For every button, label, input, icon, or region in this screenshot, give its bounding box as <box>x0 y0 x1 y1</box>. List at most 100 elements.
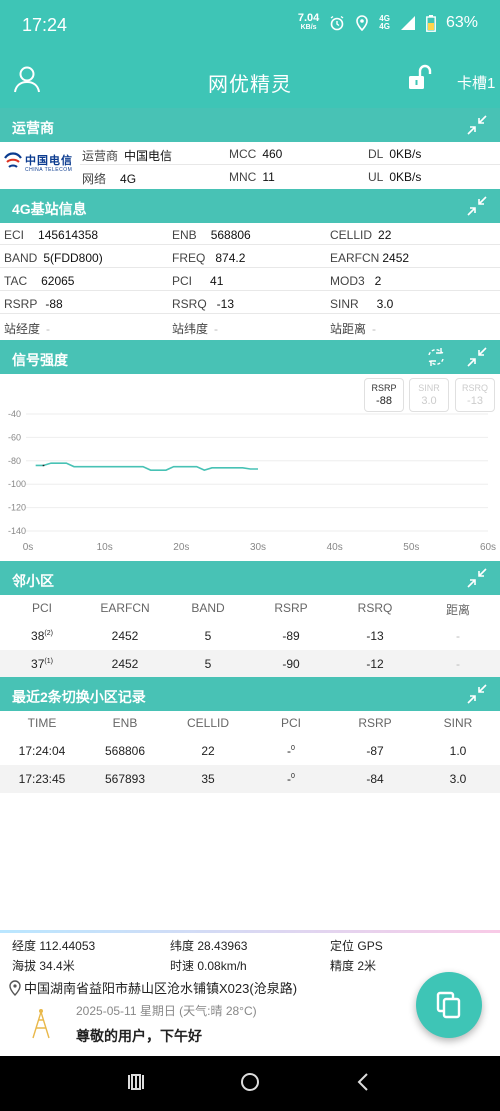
table-cell: - <box>456 629 460 643</box>
telecom-logo-icon <box>4 152 22 168</box>
column-header: RSRP <box>358 716 392 730</box>
gps-speed: 时速 0.08km/h <box>170 959 247 973</box>
handover-row[interactable]: 17:23:45 567893 35 -0 -84 3.0 <box>0 765 500 793</box>
y-tick-label: -40 <box>8 409 21 419</box>
mod3-field: MOD3 2 <box>330 274 382 288</box>
copy-icon <box>436 991 461 1019</box>
collapse-icon[interactable] <box>466 683 488 705</box>
collapse-icon[interactable] <box>466 567 488 589</box>
gps-altitude: 海拔 34.4米 <box>12 959 75 973</box>
table-cell: -89 <box>282 629 300 643</box>
site-dist-field: 站距离 - <box>330 322 377 336</box>
neighbor-row[interactable]: 38(2) 2452 5 -89 -13 - <box>0 622 500 650</box>
table-cell: 5 <box>204 629 212 643</box>
handover-row[interactable]: 17:24:04 568806 22 -0 -87 1.0 <box>0 737 500 765</box>
table-cell: -90 <box>282 657 300 671</box>
y-tick-label: -140 <box>8 526 26 536</box>
table-cell: 567893 <box>104 772 146 786</box>
operator-header: 运营商 <box>0 108 500 142</box>
site-lon-field: 站经度 - <box>4 322 51 336</box>
table-cell: -84 <box>366 772 384 786</box>
battery-icon <box>426 14 436 32</box>
copy-button[interactable] <box>416 972 482 1038</box>
table-cell: 35 <box>201 772 215 786</box>
y-tick-label: -120 <box>8 503 26 513</box>
table-cell: 2452 <box>111 629 139 643</box>
carrier-field: 运营商 中国电信 <box>82 149 173 163</box>
table-cell: 37(1) <box>31 657 53 671</box>
neighbor-table: PCI EARFCN BAND RSRP RSRQ 距离 38(2) 2452 5 -89 -13 -… <box>0 594 500 678</box>
rsrq-field: RSRQ -13 <box>172 297 235 311</box>
sim-slot[interactable]: 卡槽1 <box>457 72 495 93</box>
dl-field: DL 0KB/s <box>368 147 422 161</box>
cell-info-header: 4G基站信息 <box>0 189 500 223</box>
network-type: 4G 4G <box>379 14 390 31</box>
cellid-field: CELLID 22 <box>330 228 392 242</box>
table-cell: -13 <box>366 629 384 643</box>
band-field: BAND 5(FDD800) <box>4 251 103 265</box>
column-header: EARFCN <box>100 601 150 615</box>
table-cell: 568806 <box>104 744 146 758</box>
x-tick-label: 50s <box>403 542 419 553</box>
table-header-row: TIME ENB CELLID PCI RSRP SINR <box>0 709 500 737</box>
signal-chart: -40 -60 -80 -100 -120 -140 0s 10s 20s 30s 40s 50s 60… <box>8 409 496 553</box>
handover-table: TIME ENB CELLID PCI RSRP SINR 17:24:04 568806 22… <box>0 709 500 793</box>
mnc-field: MNC 11 <box>229 170 275 184</box>
network-field: 网络 4G <box>82 172 137 186</box>
status-bar: 17:24 7.04 KB/s 4G 4G 63% <box>0 0 500 52</box>
neighbor-row[interactable]: 37(1) 2452 5 -90 -12 - <box>0 650 500 678</box>
pci-field: PCI 41 <box>172 274 224 288</box>
refresh-icon[interactable] <box>424 345 448 369</box>
divider <box>0 930 500 933</box>
gps-mode: 定位 GPS <box>330 939 383 953</box>
freq-field: FREQ 874.2 <box>172 251 246 265</box>
column-header: ENB <box>112 716 138 730</box>
battery-percent: 63% <box>445 14 478 31</box>
neighbor-header: 邻小区 <box>0 561 500 595</box>
collapse-icon[interactable] <box>466 346 488 368</box>
gps-lat: 纬度 28.43963 <box>170 939 248 953</box>
table-cell: 22 <box>201 744 215 758</box>
date-weather: 2025-05-11 星期日 (天气:晴 28°C) <box>76 1004 257 1018</box>
table-cell: -0 <box>287 772 295 786</box>
rsrp-field: RSRP -88 <box>4 297 63 311</box>
table-cell: 38(2) <box>31 629 53 643</box>
y-tick-label: -80 <box>8 456 21 466</box>
collapse-icon[interactable] <box>466 195 488 217</box>
table-cell: 1.0 <box>449 744 467 758</box>
column-header: PCI <box>31 601 52 615</box>
column-header: CELLID <box>186 716 230 730</box>
column-header: TIME <box>27 716 57 730</box>
home-icon[interactable] <box>240 1072 260 1092</box>
site-lat-field: 站纬度 - <box>172 322 219 336</box>
unlock-icon[interactable] <box>406 64 434 92</box>
sinr-field: SINR 3.0 <box>330 297 394 311</box>
collapse-icon[interactable] <box>466 114 488 136</box>
x-tick-label: 10s <box>97 542 113 553</box>
handover-header: 最近2条切换小区记录 <box>0 677 500 711</box>
china-telecom-logo: 中国电信 CHINA TELECOM <box>3 150 75 178</box>
column-header: 距离 <box>445 603 470 617</box>
location-pin-icon <box>9 979 21 996</box>
back-icon[interactable] <box>354 1072 374 1092</box>
enb-field: ENB 568806 <box>172 228 251 242</box>
column-header: BAND <box>191 601 225 615</box>
mcc-field: MCC 460 <box>229 147 283 161</box>
rsrp-series-line <box>35 462 258 472</box>
signal-icon <box>400 16 415 30</box>
table-cell: -0 <box>287 744 295 758</box>
net-speed: 7.04 KB/s <box>297 12 320 32</box>
column-header: RSRQ <box>357 601 393 615</box>
y-tick-label: -100 <box>8 479 26 489</box>
table-cell: -12 <box>366 657 384 671</box>
location-icon <box>356 15 369 31</box>
recents-icon[interactable] <box>126 1072 146 1092</box>
table-header-row: PCI EARFCN BAND RSRP RSRQ 距离 <box>0 594 500 622</box>
alarm-icon <box>330 15 344 31</box>
table-cell: 2452 <box>111 657 139 671</box>
table-cell: 3.0 <box>449 772 467 786</box>
greeting: 尊敬的用户，下午好 <box>76 1028 202 1044</box>
x-tick-label: 0s <box>23 542 34 553</box>
x-tick-label: 20s <box>173 542 189 553</box>
status-time: 17:24 <box>22 15 68 35</box>
